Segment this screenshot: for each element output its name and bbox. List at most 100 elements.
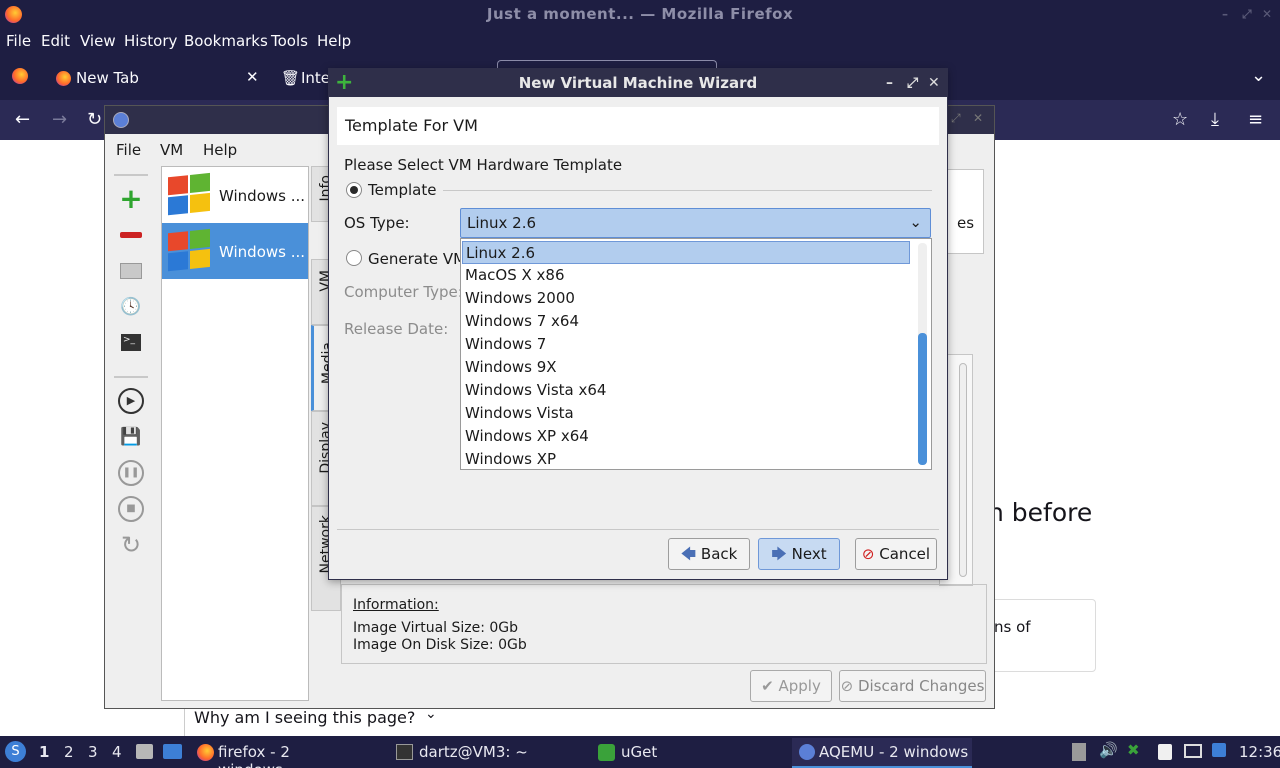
workspace-2[interactable]: 2 (64, 743, 74, 761)
firefox-menubar: File Edit View History Bookmarks Tools H… (0, 29, 1280, 54)
stop-icon[interactable]: ■ (118, 496, 144, 522)
aq-menu-help[interactable]: Help (203, 141, 237, 159)
dropdown-option[interactable]: MacOS X x86 (462, 264, 910, 287)
apply-button[interactable]: ✔ Apply (750, 670, 832, 702)
generate-vm-radio[interactable] (346, 250, 362, 266)
clock-icon[interactable]: 🕓 (118, 294, 144, 320)
terminal-icon[interactable]: >_ (118, 330, 144, 356)
add-vm-icon[interactable]: + (118, 185, 144, 213)
clock: 12:36 (1239, 743, 1280, 761)
discard-changes-button[interactable]: ⊘ Discard Changes (839, 670, 986, 702)
volume-icon[interactable]: 🔊 (1099, 741, 1118, 759)
windows-logo-icon (168, 172, 212, 218)
firefox-icon (197, 744, 214, 761)
list-item-selected[interactable]: Windows ... (162, 223, 308, 279)
close-icon[interactable]: ✕ (1262, 0, 1273, 29)
hard-drive-icon[interactable] (118, 258, 144, 284)
wizard-titlebar: + New Virtual Machine Wizard – ⤢ ✕ (329, 69, 947, 97)
notification-icon[interactable] (1212, 743, 1226, 757)
new-vm-wizard-dialog: + New Virtual Machine Wizard – ⤢ ✕ Templ… (328, 68, 948, 580)
windows-logo-icon (168, 228, 212, 274)
info-heading: Information: (353, 597, 439, 613)
maximize-icon[interactable]: ⤢ (951, 111, 961, 126)
forward-icon[interactable]: → (52, 111, 67, 129)
dropdown-option[interactable]: Windows XP x64 (462, 425, 910, 448)
start-menu-icon[interactable]: S (5, 741, 26, 762)
downloads-icon[interactable]: ⤓ (1211, 111, 1219, 129)
scrollbar[interactable] (959, 363, 967, 577)
list-item[interactable]: Windows ... (162, 167, 308, 223)
reset-icon[interactable]: ↻ (118, 532, 144, 558)
menu-file[interactable]: File (6, 32, 31, 50)
os-type-value: Linux 2.6 (467, 214, 537, 232)
task-aqemu[interactable]: AQEMU - 2 windows (792, 738, 972, 768)
dropdown-option[interactable]: Windows 9X (462, 356, 910, 379)
separator (114, 376, 148, 378)
os-type-label: OS Type: (344, 214, 410, 232)
play-icon[interactable]: ▶ (118, 388, 144, 414)
workspace-1[interactable]: 1 (39, 743, 49, 761)
dropdown-option[interactable]: Windows Vista x64 (462, 379, 910, 402)
dropdown-option[interactable]: Windows 7 x64 (462, 310, 910, 333)
template-radio[interactable] (346, 182, 362, 198)
back-icon[interactable]: ← (15, 111, 30, 129)
minimize-icon[interactable]: – (1222, 0, 1229, 29)
template-prompt: Please Select VM Hardware Template (344, 156, 623, 174)
page-heading-fragment: n before (988, 498, 1093, 527)
save-icon[interactable]: 💾 (118, 424, 144, 450)
os-type-select[interactable]: Linux 2.6 ⌄ (460, 208, 931, 238)
bookmark-star-icon[interactable]: ☆ (1172, 111, 1188, 129)
cancel-circle-icon: ⊘ (840, 677, 854, 695)
close-icon[interactable]: ✕ (928, 69, 940, 97)
computer-type-label: Computer Type: (344, 283, 463, 301)
menu-view[interactable]: View (80, 32, 116, 50)
minimize-icon[interactable]: – (886, 69, 893, 97)
menu-bookmarks[interactable]: Bookmarks (184, 32, 268, 50)
remove-vm-icon[interactable] (118, 222, 144, 248)
menu-help[interactable]: Help (317, 32, 351, 50)
tab-new-tab[interactable]: New Tab ✕ (44, 62, 269, 96)
close-icon[interactable]: ✕ (973, 111, 983, 125)
show-desktop-icon[interactable] (163, 744, 182, 759)
why-link[interactable]: Why am I seeing this page? (194, 708, 415, 727)
firefox-view-icon[interactable] (12, 68, 28, 84)
dropdown-option[interactable]: Linux 2.6 (462, 241, 910, 264)
next-button[interactable]: 🡆 Next (758, 538, 840, 570)
dropdown-option[interactable]: Windows 7 (462, 333, 910, 356)
cancel-button[interactable]: ⊘ Cancel (855, 538, 937, 570)
maximize-icon[interactable]: ⤢ (907, 69, 918, 97)
app-menu-icon[interactable]: ≡ (1248, 111, 1263, 129)
firefox-titlebar: Just a moment... — Mozilla Firefox – ⤢ ✕ (0, 0, 1280, 29)
aq-menu-file[interactable]: File (116, 141, 141, 159)
task-uget[interactable]: uGet (596, 742, 676, 764)
maximize-icon[interactable]: ⤢ (1242, 0, 1252, 29)
workspace-4[interactable]: 4 (112, 743, 122, 761)
list-tabs-icon[interactable]: ⌄ (1251, 67, 1266, 85)
dropdown-option[interactable]: Windows 2000 (462, 287, 910, 310)
tab-close-icon[interactable]: ✕ (246, 68, 259, 86)
menu-edit[interactable]: Edit (41, 32, 70, 50)
workspace-3[interactable]: 3 (88, 743, 98, 761)
info-fragment-text: es (957, 214, 975, 232)
task-terminal[interactable]: dartz@VM3: ~ (394, 742, 544, 764)
dropdown-option[interactable]: Windows Vista (462, 402, 910, 425)
tray-battery-icon[interactable] (1072, 743, 1086, 761)
image-disk-size: Image On Disk Size: 0Gb (353, 637, 527, 653)
file-manager-icon[interactable] (136, 744, 153, 759)
pause-icon[interactable]: ❚❚ (118, 460, 144, 486)
taskbar: S 1 2 3 4 firefox - 2 windows dartz@VM3:… (0, 736, 1280, 768)
tray-x-icon[interactable]: ✖ (1127, 741, 1140, 759)
menu-tools[interactable]: Tools (271, 32, 308, 50)
arrow-right-icon: 🡆 (771, 545, 787, 563)
tab-inte[interactable]: 🗑 Inte (272, 62, 332, 96)
task-firefox[interactable]: firefox - 2 windows (193, 742, 353, 768)
aq-menu-vm[interactable]: VM (160, 141, 183, 159)
scrollbar-thumb[interactable] (918, 333, 927, 465)
back-button[interactable]: 🡄 Back (668, 538, 750, 570)
reload-icon[interactable]: ↻ (87, 111, 102, 129)
clipboard-icon[interactable] (1158, 744, 1172, 760)
network-icon[interactable] (1184, 744, 1202, 758)
menu-history[interactable]: History (124, 32, 177, 50)
dropdown-option[interactable]: Windows XP (462, 448, 910, 471)
page-box-text: ns of (994, 618, 1031, 636)
